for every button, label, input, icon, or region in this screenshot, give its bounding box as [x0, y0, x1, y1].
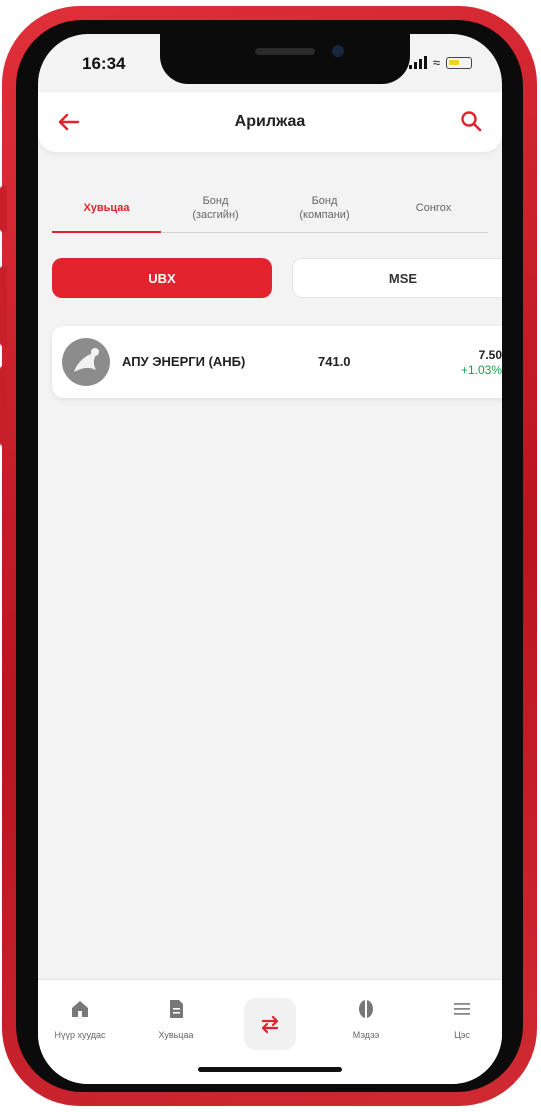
status-time: 16:34	[82, 54, 126, 73]
nav-shares[interactable]: Хувьцаа	[136, 998, 216, 1040]
nav-menu[interactable]: Цэс	[422, 998, 502, 1040]
tab-label: Сонгох	[415, 202, 452, 214]
news-icon	[359, 999, 373, 1019]
menu-icon	[454, 1003, 470, 1015]
tab-government-bond[interactable]: Бонд (засгийн)	[161, 184, 270, 232]
stock-list-item[interactable]: АПУ ЭНЕРГИ (АНБ) 741.0 7.50 +1.03%	[52, 326, 502, 398]
stock-price: 741.0	[318, 354, 351, 369]
nav-trade[interactable]	[244, 998, 296, 1050]
signal-icon	[408, 56, 427, 69]
camera	[332, 45, 344, 57]
nav-label: Цэс	[454, 1030, 470, 1040]
home-indicator[interactable]	[198, 1067, 342, 1072]
company-logo-icon	[62, 338, 110, 386]
category-tabs: Хувьцаа Бонд (засгийн) Бонд (компани) Со…	[52, 184, 488, 233]
wifi-icon: ≈	[432, 55, 440, 70]
tab-label: Хувьцаа	[83, 202, 130, 214]
app-header: Арилжаа	[38, 92, 502, 152]
side-button	[0, 266, 7, 346]
tab-shares[interactable]: Хувьцаа	[52, 184, 161, 233]
notch	[160, 34, 410, 84]
search-icon[interactable]	[458, 108, 484, 134]
bottom-navigation: Нүүр хуудас Хувьцаа Мэдээ Цэс	[38, 979, 502, 1084]
trade-arrows-icon	[261, 1015, 279, 1034]
nav-home[interactable]: Нүүр хуудас	[40, 998, 120, 1040]
page-title: Арилжаа	[234, 113, 306, 130]
nav-news[interactable]: Мэдээ	[326, 998, 406, 1040]
battery-icon	[446, 56, 472, 69]
nav-label: Хувьцаа	[158, 1030, 194, 1040]
tab-label: Бонд (засгийн)	[192, 195, 239, 221]
nav-label: Нүүр хуудас	[54, 1030, 106, 1040]
price-change-percent: +1.03%	[460, 363, 502, 377]
side-button	[0, 366, 7, 446]
ubx-exchange-button[interactable]: UBX	[52, 258, 272, 298]
mse-exchange-button[interactable]: MSE	[292, 258, 502, 298]
nav-label: Мэдээ	[352, 1030, 380, 1040]
price-change: 7.50	[478, 348, 502, 362]
app-screen: 16:34 ≈ Арилжаа Хувьцаа Бонд (засгийн) Б…	[38, 34, 502, 1084]
home-icon	[72, 1001, 88, 1017]
tab-label: Бонд (компани)	[299, 195, 350, 221]
document-icon	[170, 1000, 183, 1018]
side-button	[0, 186, 7, 232]
company-name: АПУ ЭНЕРГИ (АНБ)	[122, 354, 246, 369]
tab-select[interactable]: Сонгох	[379, 184, 488, 232]
speaker	[255, 48, 315, 55]
status-icons: ≈	[408, 55, 472, 70]
tab-corporate-bond[interactable]: Бонд (компани)	[270, 184, 379, 232]
